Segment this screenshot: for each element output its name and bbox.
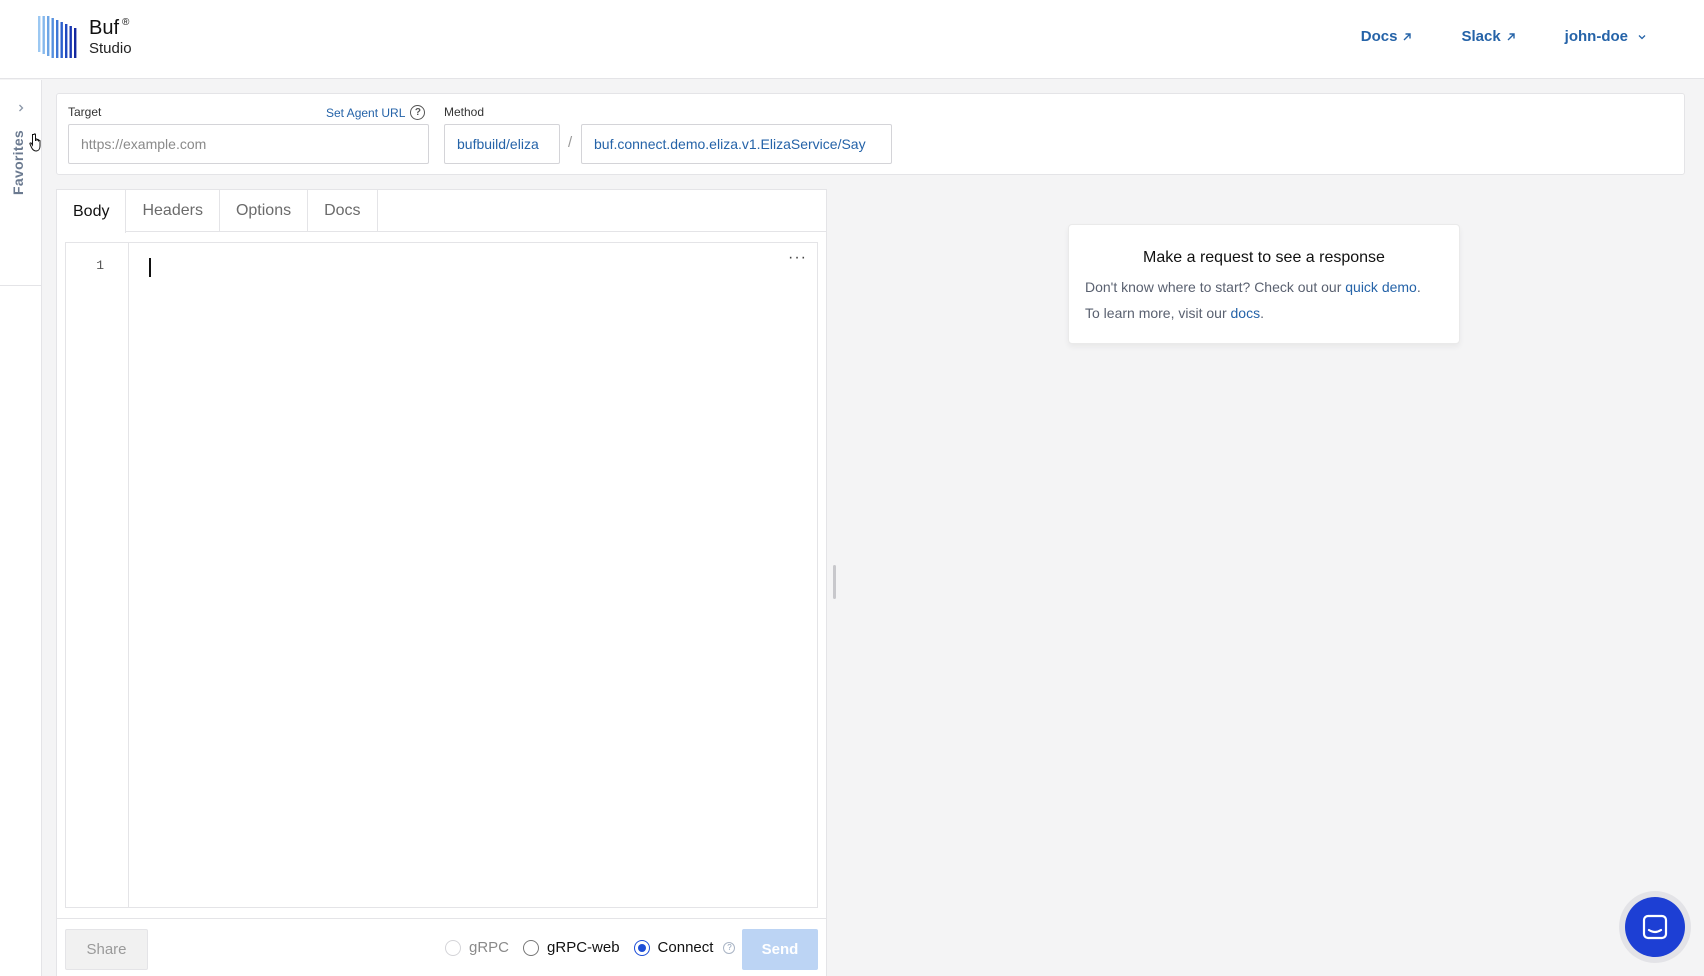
chevron-down-icon [1638,34,1646,39]
tab-docs[interactable]: Docs [308,190,378,232]
docs-link-label: Docs [1360,28,1398,45]
cursor-icon [29,133,41,152]
send-button[interactable]: Send [742,929,818,970]
buf-logo-icon [38,16,77,58]
module-select[interactable]: bufbuild/eliza [444,124,560,164]
chat-icon [1642,914,1668,940]
editor-more-button[interactable]: ··· [788,249,807,267]
request-tabs: Body Headers Options Docs [57,190,826,233]
tab-headers[interactable]: Headers [126,190,220,232]
logo-brand-name: Buf [89,17,120,39]
logo-brand: Buf ® [89,17,132,39]
top-header: Buf ® Studio Docs Slack john-doe [0,0,1704,79]
help-icon[interactable]: ? [410,105,426,120]
panel-resize-handle[interactable] [833,565,836,599]
response-help-line-1: Don't know where to start? Check out our… [1085,279,1421,295]
favorites-toggle[interactable]: Favorites [0,90,42,286]
docs-inline-link[interactable]: docs [1231,305,1261,321]
set-agent-url-link[interactable]: Set Agent URL ? [326,105,426,120]
chat-launcher-button[interactable] [1625,897,1685,957]
docs-link[interactable]: Docs [1361,28,1414,45]
connect-label: Connect [657,939,714,956]
logo-text: Buf ® Studio [89,17,132,57]
user-menu[interactable]: john-doe [1565,28,1648,45]
response-line-2-end: . [1260,305,1264,321]
tab-options[interactable]: Options [220,190,309,232]
response-line-2-text: To learn more, visit our [1085,305,1231,321]
set-agent-url-label: Set Agent URL [326,105,406,120]
connect-radio[interactable] [633,939,650,956]
left-rail: Favorites [0,80,42,976]
grpc-radio[interactable] [445,939,461,956]
target-label: Target [68,105,102,119]
logo-product: Studio [89,40,132,57]
request-bar: Target Set Agent URL ? Method bufbuild/e… [56,93,1685,175]
response-title: Make a request to see a response [1143,249,1385,266]
request-footer: Share gRPC gRPC-web Connect ? Send [57,918,826,976]
response-line-1-text: Don't know where to start? Check out our [1085,279,1346,295]
top-nav: Docs Slack john-doe [1361,28,1648,45]
body-code-editor[interactable]: 1 ··· [65,242,818,908]
favorites-label: Favorites [10,130,26,195]
response-line-1-end: . [1416,279,1421,295]
chevron-right-icon [19,104,24,112]
share-button[interactable]: Share [65,929,148,970]
target-input[interactable] [68,124,429,164]
external-link-icon [1507,32,1515,40]
protocol-selector: gRPC gRPC-web Connect ? [445,939,736,956]
registered-mark: ® [122,17,130,28]
request-editor-panel: Body Headers Options Docs 1 ··· Share gR… [56,189,827,976]
grpc-label: gRPC [469,939,510,956]
protocol-help-icon[interactable]: ? [723,941,736,954]
line-number: 1 [96,258,104,273]
method-separator: / [568,134,573,151]
external-link-icon [1403,32,1412,40]
tab-body[interactable]: Body [57,190,127,233]
response-placeholder-card: Make a request to see a response Don't k… [1068,224,1460,344]
buf-studio-logo[interactable]: Buf ® Studio [38,16,132,58]
slack-link-label: Slack [1461,28,1501,45]
editor-gutter: 1 [66,243,129,907]
method-select[interactable]: buf.connect.demo.eliza.v1.ElizaService/S… [581,124,892,164]
method-label: Method [444,105,485,119]
quick-demo-link[interactable]: quick demo [1345,279,1417,295]
grpc-web-radio[interactable] [523,939,540,956]
text-caret [149,258,151,277]
response-help-line-2: To learn more, visit our docs. [1085,305,1264,321]
user-name: john-doe [1564,28,1628,45]
grpc-web-label: gRPC-web [547,939,620,956]
slack-link[interactable]: Slack [1461,28,1516,45]
